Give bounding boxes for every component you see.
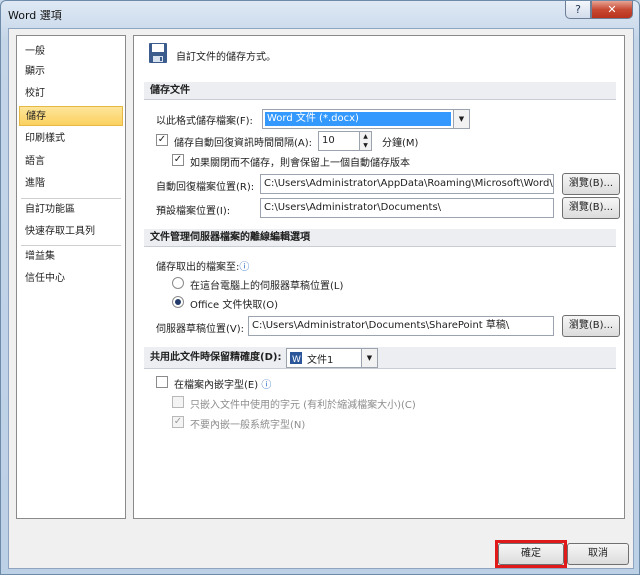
embed-fonts-label: 在檔案內嵌字型(E) ⓘ: [174, 380, 272, 391]
drafts-location-input[interactable]: C:\Users\Administrator\Documents\SharePo…: [248, 316, 554, 336]
default-location-label: 預設檔案位置(I):: [156, 206, 231, 217]
keep-last-checkbox[interactable]: ✓: [172, 154, 184, 166]
default-location-input[interactable]: C:\Users\Administrator\Documents\: [260, 198, 554, 218]
keep-last-label: 如果關閉而不儲存，則會保留上一個自動儲存版本: [190, 158, 410, 169]
spinner-icon[interactable]: ▲ ▼: [359, 132, 371, 150]
dialog-client: 一般 顯示 校訂 儲存 印刷樣式 語言 進階 自訂功能區 快速存取工具列 增益集…: [8, 28, 634, 569]
sidebar: 一般 顯示 校訂 儲存 印刷樣式 語言 進階 自訂功能區 快速存取工具列 增益集…: [16, 35, 126, 519]
autorecover-label: 儲存自動回復資訊時間間隔(A):: [174, 138, 313, 149]
embed-only-used-checkbox[interactable]: [172, 396, 184, 408]
no-common-fonts-checkbox[interactable]: ✓: [172, 416, 184, 428]
format-select[interactable]: Word 文件 (*.docx) ▼: [262, 109, 470, 129]
save-checked-out-label: 儲存取出的檔案至:ⓘ: [156, 262, 250, 273]
autorecover-checkbox[interactable]: ✓: [156, 134, 168, 146]
ok-button-highlight: [495, 540, 567, 568]
sidebar-item-language[interactable]: 語言: [19, 152, 123, 172]
save-settings-panel: 自訂文件的儲存方式。 儲存文件 以此格式儲存檔案(F): Word 文件 (*.…: [133, 35, 625, 519]
format-value: Word 文件 (*.docx): [265, 112, 451, 126]
drafts-location-label: 伺服器草稿位置(V):: [156, 324, 245, 335]
fidelity-title: 共用此文件時保留精確度(D):: [150, 352, 282, 363]
chevron-down-icon: ▼: [361, 349, 377, 367]
chevron-down-icon: ▼: [453, 110, 469, 128]
minutes-label: 分鐘(M): [382, 138, 419, 149]
options-window: Word 選項 ? ✕ 一般 顯示 校訂 儲存 印刷樣式 語言 進階 自訂功能區…: [0, 0, 640, 575]
section-offline-editing: 文件管理伺服器檔案的離線編輯選項: [144, 229, 616, 247]
document-select[interactable]: W 文件1 ▼: [286, 348, 378, 368]
help-icon[interactable]: ?: [565, 1, 591, 19]
word-document-icon: W: [290, 352, 302, 364]
browse-autorecover-button[interactable]: 瀏覽(B)...: [562, 173, 620, 195]
sidebar-item-advanced[interactable]: 進階: [19, 174, 123, 194]
sidebar-item-general[interactable]: 一般: [19, 42, 123, 62]
info-icon: ⓘ: [261, 380, 272, 391]
document-value: 文件1: [307, 355, 334, 366]
sidebar-item-quick-access[interactable]: 快速存取工具列: [19, 222, 123, 242]
radio-office-cache[interactable]: [172, 296, 184, 308]
embed-fonts-checkbox[interactable]: [156, 376, 168, 388]
sidebar-item-proofing[interactable]: 校訂: [19, 84, 123, 104]
window-title: Word 選項: [8, 9, 62, 22]
close-icon[interactable]: ✕: [591, 1, 633, 19]
cancel-button[interactable]: 取消: [567, 543, 629, 565]
svg-text:W: W: [292, 355, 301, 364]
autorecover-location-input[interactable]: C:\Users\Administrator\AppData\Roaming\M…: [260, 174, 554, 194]
format-label: 以此格式儲存檔案(F):: [156, 116, 253, 127]
embed-only-used-label: 只嵌入文件中使用的字元 (有利於縮減檔案大小)(C): [190, 400, 416, 411]
info-icon: ⓘ: [239, 262, 250, 273]
sidebar-item-trust-center[interactable]: 信任中心: [19, 269, 123, 289]
sidebar-item-customize-ribbon[interactable]: 自訂功能區: [19, 200, 123, 220]
browse-default-button[interactable]: 瀏覽(B)...: [562, 197, 620, 219]
option-office-cache-label: Office 文件快取(O): [190, 300, 279, 311]
sidebar-item-display[interactable]: 顯示: [19, 62, 123, 82]
browse-drafts-button[interactable]: 瀏覽(B)...: [562, 315, 620, 337]
radio-server-drafts[interactable]: [172, 277, 184, 289]
no-common-fonts-label: 不要內嵌一般系統字型(N): [190, 420, 306, 431]
autorecover-location-label: 自動回復檔案位置(R):: [156, 182, 255, 193]
floppy-disk-icon: [149, 43, 167, 63]
sidebar-item-save[interactable]: 儲存: [19, 106, 123, 126]
section-fidelity: 共用此文件時保留精確度(D):: [144, 347, 616, 369]
interval-value: 10: [322, 135, 335, 146]
window-controls: ? ✕: [565, 1, 633, 19]
header-text: 自訂文件的儲存方式。: [176, 52, 276, 63]
interval-input[interactable]: 10 ▲ ▼: [318, 131, 372, 151]
sidebar-divider: [21, 245, 121, 246]
sidebar-item-typography[interactable]: 印刷樣式: [19, 129, 123, 149]
option-server-drafts-label: 在這台電腦上的伺服器草稿位置(L): [190, 281, 344, 292]
section-save-documents: 儲存文件: [144, 82, 616, 100]
sidebar-item-addins[interactable]: 增益集: [19, 247, 123, 267]
sidebar-divider: [21, 198, 121, 199]
